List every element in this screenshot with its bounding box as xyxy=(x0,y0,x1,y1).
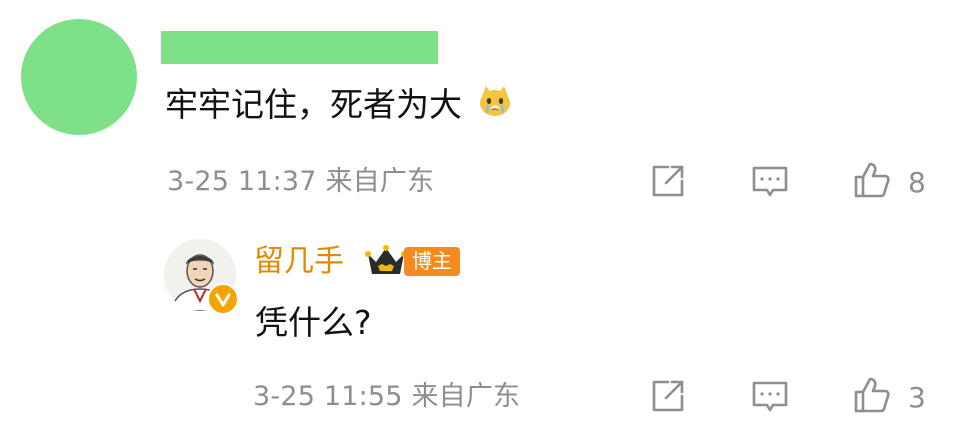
share-icon[interactable] xyxy=(648,161,688,201)
reply-author-name[interactable]: 留几手 xyxy=(254,242,344,282)
comment-meta: 3-25 11:37 来自广东 xyxy=(167,166,435,197)
comment-text: 牢牢记住，死者为大 xyxy=(165,85,462,124)
comment-icon[interactable] xyxy=(750,161,790,201)
crown-level-icon xyxy=(364,244,408,278)
crying-dog-emoji-icon xyxy=(477,83,513,130)
thumbs-up-icon[interactable] xyxy=(852,375,892,415)
like-count: 8 xyxy=(908,166,926,199)
commenter-name-redacted[interactable] xyxy=(161,31,438,64)
comment-text-row: 牢牢记住，死者为大 xyxy=(165,83,513,130)
comment-icon[interactable] xyxy=(750,376,790,416)
verified-badge-icon xyxy=(207,283,239,315)
commenter-avatar-redacted[interactable] xyxy=(21,19,137,135)
like-count: 3 xyxy=(908,381,926,414)
share-icon[interactable] xyxy=(648,376,688,416)
blogger-badge: 博主 xyxy=(404,247,460,276)
reply-text: 凭什么? xyxy=(255,303,372,342)
reply-meta: 3-25 11:55 来自广东 xyxy=(253,381,521,412)
thumbs-up-icon[interactable] xyxy=(852,160,892,200)
